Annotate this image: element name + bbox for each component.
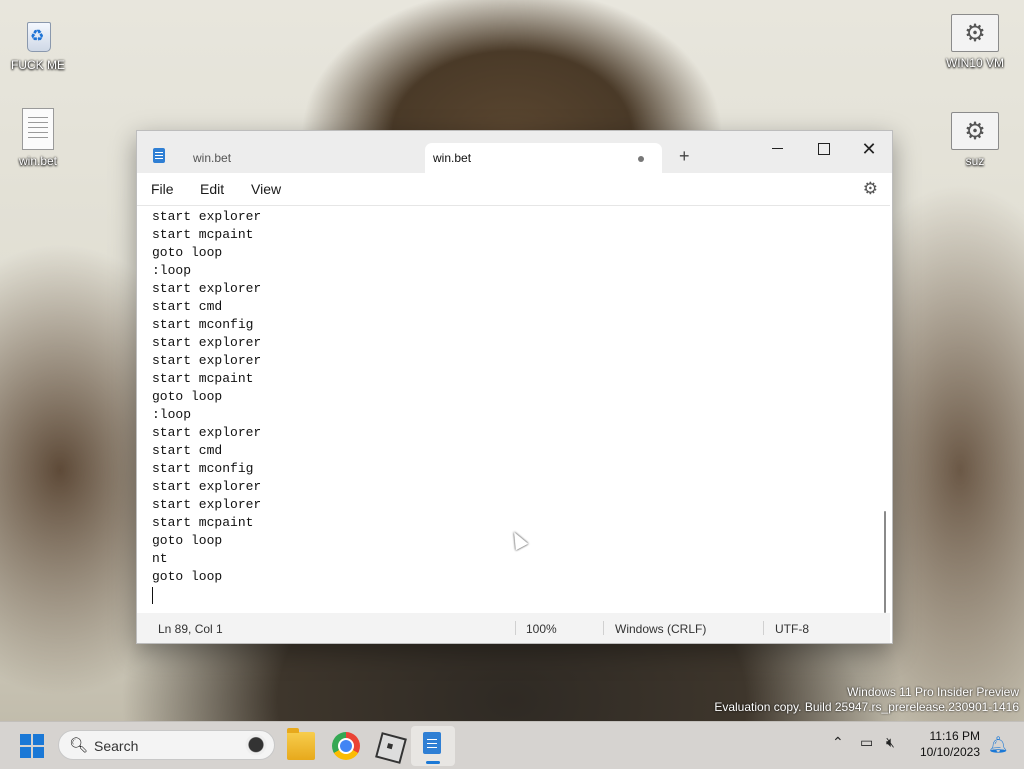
desktop-icon-win10-vm[interactable]: ⚙ WIN10 VM — [937, 14, 1013, 70]
windows-logo-icon — [20, 734, 31, 745]
editor-line: start mcpaint — [152, 371, 254, 386]
editor-line: start explorer — [152, 335, 262, 350]
active-indicator — [426, 761, 440, 764]
desktop-icon-label: WIN10 VM — [945, 56, 1004, 70]
watermark-line-1: Windows 11 Pro Insider Preview — [847, 685, 1019, 699]
menu-file[interactable]: File — [151, 181, 174, 197]
clock[interactable]: 11:16 PM 10/10/2023 — [918, 728, 980, 760]
new-tab-button[interactable]: + — [679, 145, 690, 167]
search-highlight-icon — [238, 733, 268, 759]
text-file-icon — [22, 108, 54, 150]
text-editor[interactable]: start explorer start mcpaint goto loop :loo… — [137, 205, 890, 614]
network-icon[interactable]: ▭ — [860, 734, 873, 751]
taskbar: 🔍︎ Search ⌃ ▭ 🔇︎ 11:16 PM 10/10/2023 🔔︎ — [0, 721, 1024, 769]
tab-win-bet-2-active[interactable]: win.bet — [425, 143, 662, 173]
editor-line: start mconfig — [152, 317, 254, 332]
desktop-icon-label: win.bet — [18, 154, 58, 168]
zoom-level[interactable]: 100% — [526, 622, 557, 636]
desktop-icon-suz[interactable]: ⚙ suz — [937, 112, 1013, 168]
divider — [515, 621, 516, 635]
notepad-icon — [153, 148, 165, 163]
start-button[interactable] — [20, 734, 44, 758]
roblox-icon[interactable] — [375, 732, 407, 764]
notepad-taskbar-button[interactable] — [411, 726, 455, 766]
settings-gear-icon[interactable]: ⚙ — [863, 179, 878, 199]
minimize-button[interactable] — [754, 135, 800, 163]
status-bar: Ln 89, Col 1 100% Windows (CRLF) UTF-8 — [137, 613, 890, 643]
minimize-icon — [771, 148, 783, 150]
vertical-scrollbar[interactable] — [884, 511, 886, 613]
recycle-bin-icon: ♻ — [21, 14, 55, 54]
text-caret — [152, 587, 153, 604]
chevron-up-icon[interactable]: ⌃ — [832, 734, 844, 751]
editor-line: nt — [152, 551, 168, 566]
notification-bell-icon[interactable]: 🔔︎ — [988, 735, 1008, 755]
maximize-icon — [818, 142, 830, 155]
clock-time: 11:16 PM — [929, 729, 980, 743]
encoding[interactable]: UTF-8 — [775, 622, 809, 636]
desktop-icon-recycle-bin[interactable]: ♻ FUCK ME — [0, 14, 76, 72]
editor-line: goto loop — [152, 389, 223, 404]
editor-line: :loop — [152, 263, 192, 278]
editor-line: :loop — [152, 407, 192, 422]
editor-line: start explorer — [152, 353, 262, 368]
editor-line: start mconfig — [152, 461, 254, 476]
desktop-icon-label: FUCK ME — [11, 58, 65, 72]
watermark-line-2: Evaluation copy. Build 25947.rs_prerelea… — [714, 700, 1019, 714]
editor-line: start explorer — [152, 497, 262, 512]
editor-line: start cmd — [152, 443, 223, 458]
menu-edit[interactable]: Edit — [200, 181, 224, 197]
editor-line: start mcpaint — [152, 227, 254, 242]
title-bar[interactable]: win.bet win.bet + ✕ — [137, 131, 892, 173]
file-explorer-icon[interactable] — [287, 728, 315, 760]
desktop-icon-win-bet[interactable]: win.bet — [0, 108, 76, 168]
search-placeholder: Search — [94, 738, 139, 754]
editor-line: start cmd — [152, 299, 223, 314]
tab-label: win.bet — [433, 151, 472, 165]
unsaved-dot-icon[interactable] — [638, 156, 644, 162]
notepad-icon — [423, 732, 441, 754]
tab-win-bet-1[interactable]: win.bet — [183, 143, 413, 173]
editor-line: start explorer — [152, 425, 262, 440]
divider — [763, 621, 764, 635]
close-button[interactable]: ✕ — [846, 135, 892, 163]
editor-line: start explorer — [152, 479, 262, 494]
maximize-button[interactable] — [801, 135, 847, 163]
search-icon: 🔍︎ — [69, 737, 89, 754]
chrome-icon[interactable] — [332, 732, 360, 760]
menu-view[interactable]: View — [251, 181, 281, 197]
windows-watermark: Windows 11 Pro Insider Preview Evaluatio… — [714, 685, 1019, 715]
line-ending[interactable]: Windows (CRLF) — [615, 622, 706, 636]
editor-line: goto loop — [152, 569, 223, 584]
settings-shortcut-icon: ⚙ — [951, 112, 999, 150]
menu-bar: File Edit View ⚙ — [137, 173, 892, 205]
editor-line: start explorer — [152, 281, 262, 296]
close-icon: ✕ — [861, 139, 877, 159]
settings-shortcut-icon: ⚙ — [951, 14, 999, 52]
divider — [603, 621, 604, 635]
tab-label: win.bet — [193, 151, 232, 165]
cursor-position: Ln 89, Col 1 — [158, 622, 223, 636]
volume-muted-icon[interactable]: 🔇︎ — [886, 734, 895, 751]
editor-line: start explorer — [152, 209, 262, 224]
search-box[interactable]: 🔍︎ Search — [58, 730, 275, 760]
notepad-window: win.bet win.bet + ✕ File Edit View ⚙ sta… — [136, 130, 893, 644]
clock-date: 10/10/2023 — [919, 745, 980, 759]
editor-line: goto loop — [152, 245, 223, 260]
desktop-icon-label: suz — [965, 154, 985, 168]
